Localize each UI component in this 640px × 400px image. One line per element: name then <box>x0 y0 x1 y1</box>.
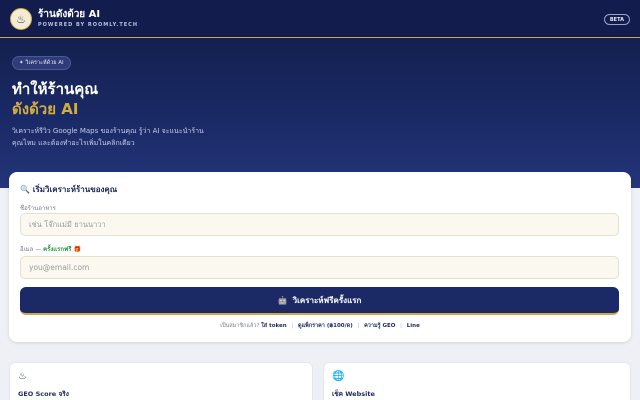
restaurant-name-label: ชื่อร้านอาหาร <box>20 205 56 212</box>
chef-pot-icon[interactable]: ♨ <box>10 8 32 30</box>
form-title: 🔍 เริ่มวิเคราะห์ร้านของคุณ <box>20 185 118 194</box>
geo-knowledge-link[interactable]: ความรู้ GEO <box>364 323 395 329</box>
pricing-link[interactable]: ดูแพ็กราคา (฿100/ด) <box>298 323 353 329</box>
first-free-promo: ครั้งแรกฟรี 🎁 <box>43 246 82 253</box>
restaurant-name-input[interactable]: เช่น โจ๊กแม่มี ยานนาวา <box>20 213 619 236</box>
app-subtitle: POWERED BY ROOMLY.TECH <box>38 22 139 28</box>
feature-card-geo-score[interactable]: ♨ GEO Score จริง <box>9 362 313 400</box>
chef-pot-icon: ♨ <box>18 371 27 382</box>
robot-icon: 🤖 <box>277 295 288 305</box>
analyze-free-button-label: วิเคราะห์ฟรีครั้งแรก <box>292 295 362 305</box>
line-link[interactable]: Line <box>407 323 420 329</box>
email-label: อีเมล — ครั้งแรกฟรี 🎁 <box>20 244 81 254</box>
top-bar: ♨ ร้านดังด้วย AI POWERED BY ROOMLY.TECH … <box>0 0 640 38</box>
app-title[interactable]: ร้านดังด้วย AI <box>38 7 100 22</box>
email-label-text: อีเมล — <box>20 246 42 253</box>
hero-headline-accent: ดังด้วย AI <box>12 100 79 118</box>
email-input[interactable]: you@email.com <box>20 256 619 279</box>
globe-icon: 🌐 <box>332 371 345 382</box>
feature-title: GEO Score จริง <box>18 390 69 398</box>
member-prompt: เป็นสมาชิกแล้ว? <box>220 323 260 329</box>
hero-description: วิเคราะห์รีวิว Google Maps ของร้านคุณ รู… <box>12 127 204 147</box>
member-links: เป็นสมาชิกแล้ว? ใส่ token | ดูแพ็กราคา (… <box>220 323 420 329</box>
feature-card-website-check[interactable]: 🌐 เช็ค Website <box>323 362 631 400</box>
feature-title: เช็ค Website <box>332 390 375 398</box>
enter-token-link[interactable]: ใส่ token <box>261 323 287 329</box>
hero-badge: ✦ วิเคราะห์ด้วย AI <box>12 56 71 70</box>
hero-section: ✦ วิเคราะห์ด้วย AI ทำให้ร้านคุณ ดังด้วย … <box>0 38 640 188</box>
analyze-form-card: 🔍 เริ่มวิเคราะห์ร้านของคุณ ชื่อร้านอาหาร… <box>9 172 631 342</box>
analyze-free-button[interactable]: 🤖 วิเคราะห์ฟรีครั้งแรก <box>20 287 619 315</box>
beta-badge: BETA <box>603 14 630 25</box>
